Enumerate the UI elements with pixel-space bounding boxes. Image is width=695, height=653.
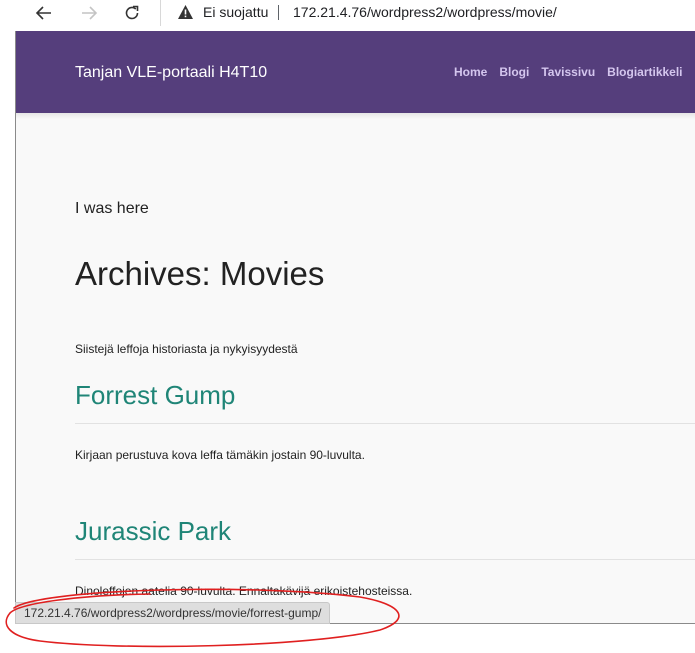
archive-title: Archives: Movies xyxy=(75,255,325,292)
site-header: Tanjan VLE-portaali H4T10 Home Blogi Tav… xyxy=(16,31,695,113)
reload-button[interactable] xyxy=(120,1,144,25)
address-divider xyxy=(278,5,279,20)
reload-icon xyxy=(125,5,139,20)
nav-item-blogi[interactable]: Blogi xyxy=(499,65,529,79)
post-excerpt: Kirjaan perustuva kova leffa tämäkin jos… xyxy=(75,448,365,462)
url-text[interactable]: 172.21.4.76/wordpress2/wordpress/movie/ xyxy=(293,4,557,20)
nav-item-home[interactable]: Home xyxy=(454,65,487,79)
post-divider xyxy=(75,559,695,560)
nav-item-blogiartikkeli[interactable]: Blogiartikkeli xyxy=(607,65,682,79)
post-title-jurassic-park[interactable]: Jurassic Park xyxy=(75,516,231,547)
site-title-link[interactable]: Tanjan VLE-portaali H4T10 xyxy=(75,64,267,82)
nav-item-tavissivu[interactable]: Tavissivu xyxy=(541,65,595,79)
page-note: I was here xyxy=(75,200,149,217)
link-status-bar: 172.21.4.76/wordpress2/wordpress/movie/f… xyxy=(15,602,331,624)
back-button[interactable] xyxy=(32,1,56,25)
browser-toolbar: Ei suojattu 172.21.4.76/wordpress2/wordp… xyxy=(0,0,695,27)
security-status-label[interactable]: Ei suojattu xyxy=(203,4,268,20)
address-bar[interactable]: Ei suojattu 172.21.4.76/wordpress2/wordp… xyxy=(160,0,695,26)
forward-button[interactable] xyxy=(77,1,101,25)
page-viewport: Tanjan VLE-portaali H4T10 Home Blogi Tav… xyxy=(15,31,695,624)
arrow-left-icon xyxy=(35,6,51,20)
archive-description: Siistejä leffoja historiasta ja nykyisyy… xyxy=(75,342,298,356)
warning-triangle-icon[interactable] xyxy=(177,4,194,20)
post-divider xyxy=(75,423,695,424)
post-title-forrest-gump[interactable]: Forrest Gump xyxy=(75,380,235,411)
primary-nav: Home Blogi Tavissivu Blogiartikkeli xyxy=(454,65,683,79)
arrow-right-icon xyxy=(82,6,98,20)
post-excerpt: Dinoleffojen aatelia 90-luvulta. Ennalta… xyxy=(75,584,413,598)
screenshot-frame: Ei suojattu 172.21.4.76/wordpress2/wordp… xyxy=(0,0,695,653)
header-shadow xyxy=(16,113,695,119)
